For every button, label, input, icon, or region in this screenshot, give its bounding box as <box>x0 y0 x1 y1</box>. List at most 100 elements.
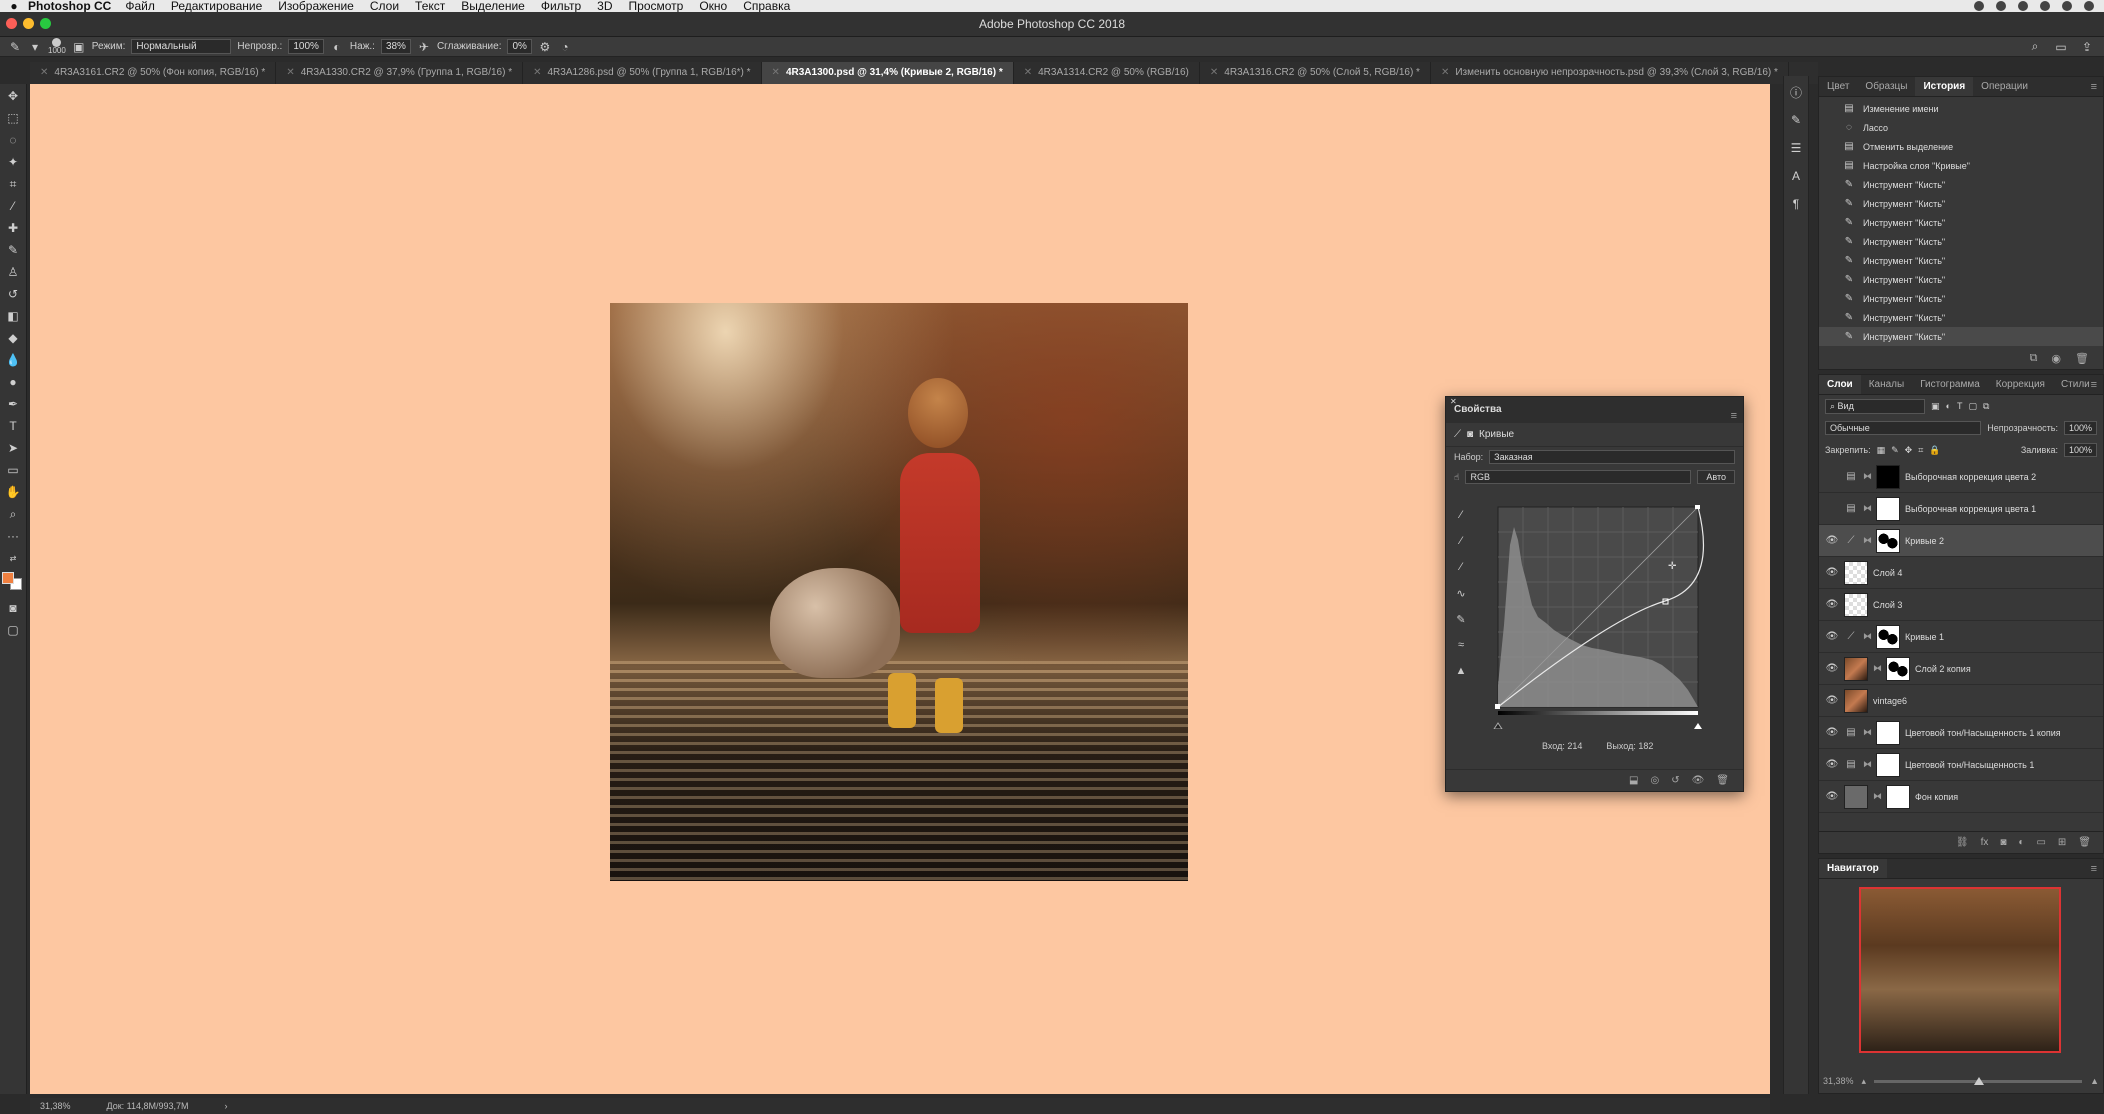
zoom-in-icon[interactable]: ▲ <box>2090 1076 2099 1086</box>
brush-panel-icon[interactable]: ▣ <box>72 40 86 54</box>
layer-filter-select[interactable]: ⌕ Вид <box>1825 398 1925 414</box>
more-tools-icon[interactable]: ··· <box>4 528 22 544</box>
layer-row[interactable]: 👁 ▤ ⧓ Цветовой тон/Насыщенность 1 копия <box>1819 717 2103 749</box>
layer-name[interactable]: Выборочная коррекция цвета 2 <box>1905 472 2036 482</box>
view-previous-icon[interactable]: ◎ <box>1650 775 1659 786</box>
layer-mask-thumbnail[interactable] <box>1876 720 1900 745</box>
bucket-tool-icon[interactable]: ◆ <box>4 330 22 346</box>
layer-name[interactable]: Слой 3 <box>1873 600 1902 610</box>
smooth-curve-icon[interactable]: ≈ <box>1452 637 1470 653</box>
doc-tab[interactable]: ✕ 4R3A1314.CR2 @ 50% (RGB/16) <box>1014 62 1200 84</box>
layer-name[interactable]: Цветовой тон/Насыщенность 1 копия <box>1905 728 2061 738</box>
shape-tool-icon[interactable]: ▭ <box>4 462 22 478</box>
close-icon[interactable]: ✕ <box>40 67 48 78</box>
layer-name[interactable]: Слой 4 <box>1873 568 1902 578</box>
channel-select[interactable]: RGB <box>1465 470 1692 484</box>
fx-icon[interactable]: fx <box>1981 837 1989 848</box>
auto-button[interactable]: Авто <box>1697 470 1735 484</box>
history-item[interactable]: ✎ Инструмент "Кисть" <box>1819 251 2103 270</box>
clipping-warning-icon[interactable]: ▲ <box>1452 663 1470 679</box>
chevron-down-icon[interactable]: ▾ <box>28 40 42 54</box>
adjustments-icon[interactable]: ☰ <box>1787 140 1805 156</box>
layer-row[interactable]: ▤ ⧓ Выборочная коррекция цвета 2 <box>1819 461 2103 493</box>
history-item[interactable]: ✎ Инструмент "Кисть" <box>1819 232 2103 251</box>
layer-mask-thumbnail[interactable] <box>1886 656 1910 681</box>
history-item[interactable]: ▤ Изменение имени <box>1819 99 2103 118</box>
search-icon[interactable]: ⌕ <box>2028 39 2042 54</box>
lock-position-icon[interactable]: ✥ <box>1905 445 1913 456</box>
history-item[interactable]: ◌ Лассо <box>1819 118 2103 137</box>
eye-icon[interactable]: 👁 <box>1692 775 1705 786</box>
layer-name[interactable]: Цветовой тон/Насыщенность 1 <box>1905 760 2034 770</box>
tab-layers[interactable]: Слои <box>1819 375 1861 394</box>
maximize-window-button[interactable] <box>40 18 51 29</box>
slider-knob[interactable] <box>1973 1076 1984 1085</box>
layer-row[interactable]: 👁 Слой 4 <box>1819 557 2103 589</box>
filter-adjust-icon[interactable]: ◐ <box>1946 401 1951 411</box>
close-icon[interactable]: ✕ <box>772 67 780 78</box>
curves-layer-icon[interactable]: ⟋ <box>1454 429 1461 440</box>
layer-row[interactable]: 👁 ⧓ Слой 2 копия <box>1819 653 2103 685</box>
status-icon[interactable] <box>1996 1 2006 11</box>
history-item[interactable]: ✎ Инструмент "Кисть" <box>1819 289 2103 308</box>
doc-tab[interactable]: ✕ Изменить основную непрозрачность.psd @ … <box>1431 62 1789 84</box>
tab-channels[interactable]: Каналы <box>1861 375 1913 394</box>
history-item[interactable]: ▤ Отменить выделение <box>1819 137 2103 156</box>
status-icon[interactable] <box>1974 1 1984 11</box>
close-icon[interactable]: ✕ <box>1210 67 1218 78</box>
filter-shape-icon[interactable]: ▢ <box>1968 401 1977 412</box>
doc-tab[interactable]: ✕ 4R3A3161.CR2 @ 50% (Фон копия, RGB/16) … <box>30 62 277 84</box>
close-icon[interactable]: ✕ <box>1441 67 1449 78</box>
layer-thumbnail[interactable] <box>1844 688 1868 713</box>
layer-row[interactable]: 👁 ⟋ ⧓ Кривые 1 <box>1819 621 2103 653</box>
black-point-eyedropper-icon[interactable]: ⁄ <box>1452 507 1470 523</box>
trash-icon[interactable]: 🗑 <box>2075 352 2089 365</box>
chevron-right-icon[interactable]: › <box>225 1101 228 1111</box>
brush-size-picker[interactable]: 1000 <box>48 38 66 55</box>
layer-mask-thumbnail[interactable] <box>1876 528 1900 553</box>
path-select-icon[interactable]: ➤ <box>4 440 22 456</box>
trash-icon[interactable]: 🗑 <box>2078 837 2091 848</box>
dodge-tool-icon[interactable]: ● <box>4 374 22 390</box>
eraser-tool-icon[interactable]: ◧ <box>4 308 22 324</box>
layer-mask-thumbnail[interactable] <box>1876 624 1900 649</box>
layer-thumbnail[interactable] <box>1844 784 1868 809</box>
quick-mask-icon[interactable]: ◙ <box>4 600 22 616</box>
tab-swatches[interactable]: Образцы <box>1857 77 1915 96</box>
history-item-current[interactable]: ✎ Инструмент "Кисть" <box>1819 327 2103 346</box>
trash-icon[interactable]: 🗑 <box>1716 775 1729 786</box>
doc-tab[interactable]: ✕ 4R3A1286.psd @ 50% (Группа 1, RGB/16*) … <box>523 62 762 84</box>
lock-all-icon[interactable]: 🔒 <box>1929 445 1940 456</box>
zoom-readout[interactable]: 31,38% <box>40 1101 71 1111</box>
navigator-zoom-slider[interactable] <box>1874 1076 2083 1085</box>
layer-thumbnail[interactable] <box>1844 656 1868 681</box>
opacity-field[interactable]: 100% <box>288 39 324 54</box>
white-point-eyedropper-icon[interactable]: ⁄ <box>1452 559 1470 575</box>
eye-icon[interactable]: 👁 <box>1825 631 1839 642</box>
stamp-tool-icon[interactable]: ♙ <box>4 264 22 280</box>
layer-name[interactable]: vintage6 <box>1873 696 1907 706</box>
layer-opacity-field[interactable]: 100% <box>2063 421 2097 435</box>
pen-tool-icon[interactable]: ✒ <box>4 396 22 412</box>
blend-mode-select[interactable]: Обычные <box>1825 421 1982 435</box>
eyedropper-tool-icon[interactable]: ⁄ <box>4 198 22 214</box>
doc-tab[interactable]: ✕ 4R3A1330.CR2 @ 37,9% (Группа 1, RGB/16)… <box>276 62 524 84</box>
snapshot-camera-icon[interactable]: ◉ <box>2051 352 2061 365</box>
user-icon[interactable] <box>2084 1 2094 11</box>
history-item[interactable]: ✎ Инструмент "Кисть" <box>1819 175 2103 194</box>
layer-name[interactable]: Кривые 2 <box>1905 536 1944 546</box>
zoom-tool-icon[interactable]: ⌕ <box>4 506 22 522</box>
layer-fill-field[interactable]: 100% <box>2063 443 2097 457</box>
history-item[interactable]: ✎ Инструмент "Кисть" <box>1819 308 2103 327</box>
navigator-preview[interactable] <box>1859 887 2061 1053</box>
airbrush-icon[interactable]: ✈ <box>417 40 431 54</box>
layer-row-selected[interactable]: 👁 ⟋ ⧓ Кривые 2 <box>1819 525 2103 557</box>
mask-icon[interactable]: ◙ <box>1467 429 1473 440</box>
curves-graph[interactable]: ✛ <box>1492 505 1706 729</box>
lasso-tool-icon[interactable]: ◌ <box>4 132 22 148</box>
tab-actions[interactable]: Операции <box>1973 77 2036 96</box>
paragraph-icon[interactable]: ¶ <box>1787 196 1805 212</box>
eye-icon[interactable]: 👁 <box>1825 567 1839 578</box>
layer-mask-thumbnail[interactable] <box>1876 464 1900 489</box>
tab-histogram[interactable]: Гистограмма <box>1912 375 1988 394</box>
